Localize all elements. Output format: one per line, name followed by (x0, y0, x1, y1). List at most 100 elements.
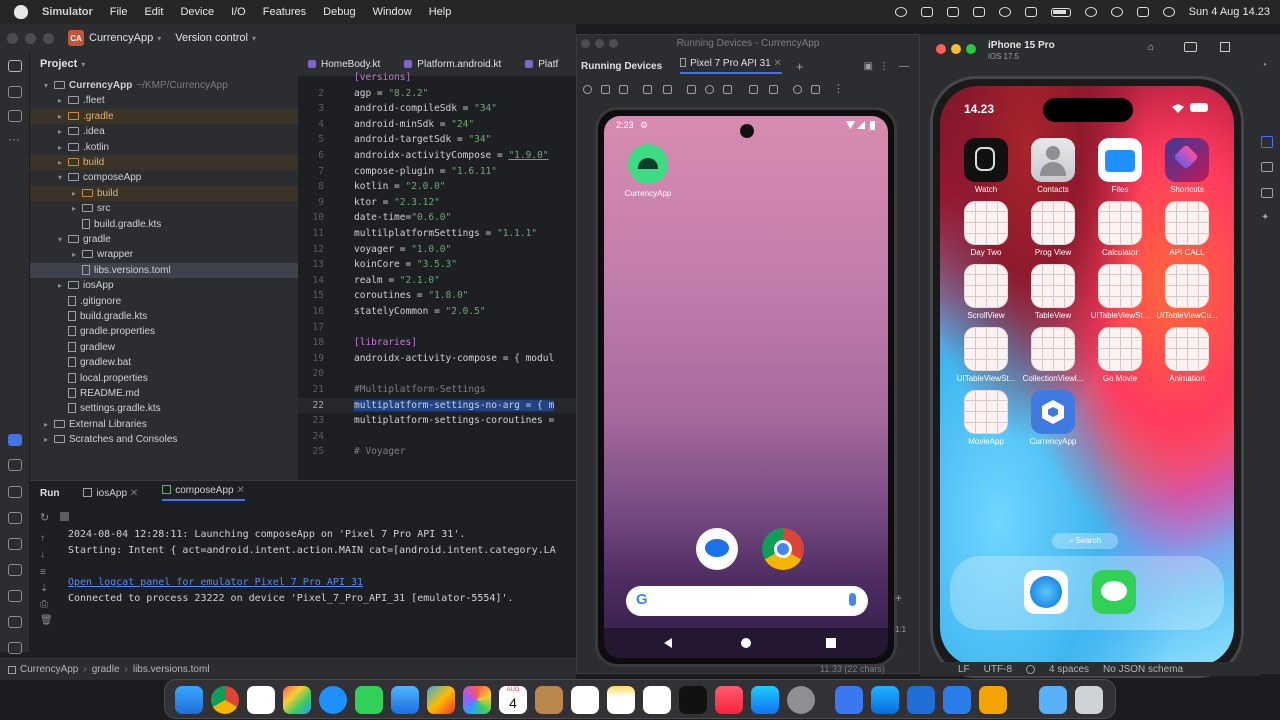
window-zoom-button[interactable] (966, 44, 976, 54)
notes-icon[interactable] (607, 686, 635, 714)
music-icon[interactable] (715, 686, 743, 714)
currency-app-icon[interactable] (1031, 390, 1075, 434)
json-schema[interactable]: No JSON schema (1103, 664, 1183, 675)
code-line[interactable]: 17 (298, 320, 576, 336)
google-search-bar[interactable]: G (626, 586, 868, 616)
code-line[interactable]: 19 androidx-activity-compose = { modul (298, 351, 576, 367)
rotate-right-icon[interactable] (663, 85, 672, 94)
tree-item[interactable]: .gitignore (30, 294, 298, 309)
power-icon[interactable] (583, 85, 592, 94)
tree-item[interactable]: ▸ iosApp (30, 278, 298, 293)
tree-item[interactable]: ▸ .fleet (30, 93, 298, 108)
tab-platform[interactable]: Platf (525, 59, 558, 70)
placeholder-app-icon[interactable] (964, 327, 1008, 371)
maps-icon[interactable] (427, 686, 455, 714)
battery-icon[interactable] (1050, 7, 1071, 17)
bird-icon[interactable] (1024, 7, 1037, 17)
placeholder-app-icon[interactable] (1098, 327, 1142, 371)
chevron-right-icon[interactable]: ▸ (72, 247, 82, 262)
photo-icon[interactable] (972, 7, 985, 17)
back-icon[interactable] (687, 85, 696, 94)
scroll-end-icon[interactable]: ⇣ (40, 583, 48, 594)
chevron-right-icon[interactable]: ▸ (72, 186, 82, 201)
gemini-icon[interactable] (1261, 188, 1273, 198)
scroll-up-icon[interactable]: ↑ (40, 533, 45, 544)
chevron-right-icon[interactable]: ▸ (72, 201, 82, 216)
window-zoom-button[interactable] (43, 32, 54, 44)
android-studio-icon[interactable] (835, 686, 863, 714)
rerun-icon[interactable]: ↻ (40, 511, 49, 524)
placeholder-app-icon[interactable] (1165, 201, 1209, 245)
tree-item[interactable]: ▸ .gradle (30, 108, 298, 124)
tree-item[interactable]: gradlew (30, 340, 298, 355)
home-icon[interactable] (705, 85, 714, 94)
volume-down-icon[interactable] (619, 85, 628, 94)
crumb-file[interactable]: libs.versions.toml (133, 664, 210, 675)
menu-lines-icon[interactable] (8, 459, 22, 471)
window-close-button[interactable] (936, 44, 946, 54)
cocoapods-icon[interactable] (979, 686, 1007, 714)
notifications-icon[interactable]: ◔ (1261, 60, 1267, 71)
code-line[interactable]: 14 realm = "2.1.0" (298, 273, 576, 289)
volume-up-icon[interactable] (601, 85, 610, 94)
tree-item[interactable]: gradlew.bat (30, 355, 298, 370)
print-icon[interactable]: ⎙ (40, 599, 48, 610)
stop-icon[interactable] (60, 512, 69, 521)
placeholder-app-icon[interactable] (964, 390, 1008, 434)
more-tools-icon[interactable]: ··· (8, 132, 20, 146)
code-line[interactable]: 20 (298, 366, 576, 382)
window-minimize-button[interactable] (951, 44, 961, 54)
tree-item[interactable]: ▾ composeApp (30, 170, 298, 185)
tab-platform-android[interactable]: Platform.android.kt (404, 59, 501, 70)
simulator-icon[interactable] (907, 686, 935, 714)
structure-tool-icon[interactable] (8, 110, 22, 122)
tree-item[interactable]: ▸ wrapper (30, 247, 298, 262)
open-logcat-link[interactable]: Open logcat panel for emulator Pixel 7 P… (68, 577, 363, 588)
search-icon[interactable] (1084, 7, 1097, 17)
screenshot-icon[interactable] (1184, 42, 1197, 52)
tree-item[interactable]: local.properties (30, 371, 298, 386)
chevron-right-icon[interactable]: ▸ (58, 140, 68, 155)
placeholder-app-icon[interactable] (1031, 264, 1075, 308)
chevron-right-icon[interactable]: ▸ (58, 109, 68, 124)
code-line[interactable]: 5 android-targetSdk = "34" (298, 132, 576, 148)
code-line[interactable]: 6 androidx-activityCompose = "1.9.0" (298, 148, 576, 164)
android-app-icon-currency[interactable] (628, 144, 668, 184)
ios-search-pill[interactable]: ⌕ Search (1052, 533, 1118, 549)
trash-icon[interactable]: 🗑 (40, 615, 53, 626)
chevron-right-icon[interactable]: ▸ (44, 417, 54, 432)
tree-item[interactable]: ▸ build (30, 155, 298, 170)
encoding[interactable]: UTF-8 (984, 664, 1012, 675)
tree-item[interactable]: ▸ .kotlin (30, 140, 298, 155)
run-tab-iosapp[interactable]: iosApp ✕ (83, 487, 138, 499)
shortcuts-app-icon[interactable] (1165, 138, 1209, 182)
placeholder-app-icon[interactable] (1098, 201, 1142, 245)
home-icon[interactable]: ⌂ (1148, 42, 1154, 53)
more-options-icon[interactable]: ⋮ (879, 61, 889, 72)
project-panel-title[interactable]: Project ▾ (40, 58, 85, 70)
code-line[interactable]: 13 koinCore = "3.5.3" (298, 257, 576, 273)
code-line[interactable]: 25 # Voyager (298, 444, 576, 460)
nav-home-icon[interactable] (741, 638, 751, 648)
profiler-icon[interactable] (8, 564, 22, 576)
zoom-in-icon[interactable]: + (895, 591, 902, 605)
photos-icon[interactable] (463, 686, 491, 714)
chevron-right-icon[interactable]: ▸ (58, 93, 68, 108)
ios-home-screen[interactable]: 14.23 Watch Contacts Files Shortcuts Day Two… (940, 86, 1234, 666)
chevron-down-icon[interactable]: ▾ (58, 232, 68, 247)
menu-window[interactable]: Window (373, 6, 412, 18)
window-close-button[interactable] (7, 32, 18, 44)
display-icon[interactable] (920, 7, 933, 17)
menu-debug[interactable]: Debug (323, 6, 355, 18)
placeholder-app-icon[interactable] (1031, 327, 1075, 371)
code-editor[interactable]: HomeBody.kt Platform.android.kt Platf [v… (298, 52, 576, 480)
control-center-icon[interactable] (1136, 7, 1149, 17)
color-picker-icon[interactable] (946, 7, 959, 17)
snapshot-icon[interactable] (793, 85, 802, 94)
line-ending[interactable]: LF (958, 664, 970, 675)
code-line[interactable]: 2 agp = "8.2.2" (298, 86, 576, 102)
downloads-folder-icon[interactable] (1039, 686, 1067, 714)
record-icon[interactable] (894, 7, 907, 17)
code-line[interactable]: 18 [libraries] (298, 335, 576, 351)
placeholder-app-icon[interactable] (1098, 264, 1142, 308)
